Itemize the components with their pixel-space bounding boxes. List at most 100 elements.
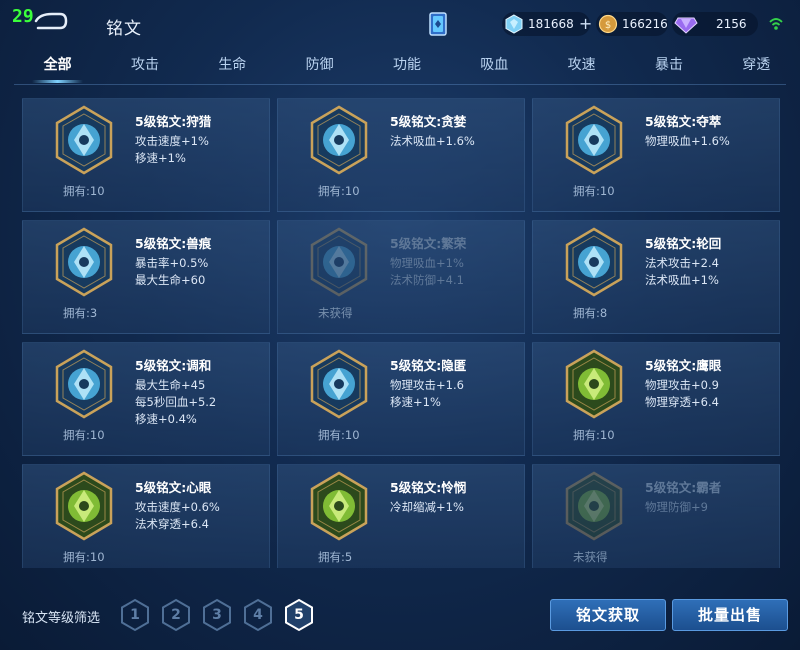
rune-stats: 物理攻击+1.6 移速+1%	[390, 377, 464, 411]
add-icon[interactable]: +	[579, 16, 592, 32]
bottom-bar: 铭文等级筛选 1 2 3 4 5 铭文获取 批量出售	[0, 588, 800, 650]
tab-penetration[interactable]: 穿透	[713, 50, 800, 86]
level-filter-4[interactable]: 4	[243, 598, 273, 632]
rune-owned-count: 拥有:10	[573, 428, 615, 442]
rune-card[interactable]: 5级铭文:贪婪 法术吸血+1.6% 拥有:10	[277, 98, 525, 212]
gem-icon	[674, 17, 698, 34]
rune-icon	[308, 227, 370, 297]
rune-name: 5级铭文:霸者	[645, 480, 722, 495]
rune-stat: 物理吸血+1%	[390, 256, 464, 270]
rune-icon	[53, 471, 115, 541]
mail-icon[interactable]	[428, 10, 450, 38]
rune-stat: 移速+0.4%	[135, 412, 197, 426]
level-filter-label: 1	[130, 607, 140, 623]
level-filter-1[interactable]: 1	[120, 598, 150, 632]
rune-stat: 法术防御+4.1	[390, 273, 464, 287]
rune-stat: 法术吸血+1.6%	[390, 134, 475, 148]
rune-icon	[563, 471, 625, 541]
rune-stat: 移速+1%	[135, 151, 186, 165]
rune-card[interactable]: 5级铭文:兽痕 暴击率+0.5% 最大生命+60 拥有:3	[22, 220, 270, 334]
level-filter-5[interactable]: 5	[284, 598, 314, 632]
top-bar: 29 铭文 181668 + $ 166216 2156	[0, 0, 800, 50]
rune-stats: 物理防御+9	[645, 499, 708, 516]
tab-attack-speed[interactable]: 攻速	[538, 50, 625, 86]
rune-grid: 5级铭文:狩猎 攻击速度+1% 移速+1% 拥有:10 5级铭文:贪婪 法术吸血+1.6…	[22, 98, 782, 568]
rune-stat: 攻击速度+1%	[135, 134, 209, 148]
rune-stat: 最大生命+45	[135, 378, 206, 392]
rune-name: 5级铭文:繁荣	[390, 236, 467, 251]
rune-card[interactable]: 5级铭文:隐匿 物理攻击+1.6 移速+1% 拥有:10	[277, 342, 525, 456]
acquire-rune-button[interactable]: 铭文获取	[550, 599, 666, 631]
batch-sell-button[interactable]: 批量出售	[672, 599, 788, 631]
rune-stats: 物理吸血+1.6%	[645, 133, 730, 150]
rune-stat: 暴击率+0.5%	[135, 256, 209, 270]
rune-name: 5级铭文:鹰眼	[645, 358, 722, 373]
level-filter-label: 3	[212, 607, 222, 623]
rune-icon	[563, 349, 625, 419]
rune-icon	[308, 471, 370, 541]
tab-attack[interactable]: 攻击	[101, 50, 188, 86]
rune-stats: 攻击速度+0.6% 法术穿透+6.4	[135, 499, 220, 533]
rune-card[interactable]: 5级铭文:怜悯 冷却缩减+1% 拥有:5	[277, 464, 525, 568]
rune-icon	[563, 227, 625, 297]
rune-name: 5级铭文:狩猎	[135, 114, 212, 129]
diamond-currency: 181668 +	[502, 12, 592, 36]
rune-icon	[53, 227, 115, 297]
rune-icon	[563, 105, 625, 175]
rune-owned-count: 拥有:10	[573, 184, 615, 198]
rune-card[interactable]: 5级铭文:心眼 攻击速度+0.6% 法术穿透+6.4 拥有:10	[22, 464, 270, 568]
rune-stat: 移速+1%	[390, 395, 441, 409]
rune-stat: 物理攻击+0.9	[645, 378, 719, 392]
tab-lifesteal[interactable]: 吸血	[451, 50, 538, 86]
level-filter-label: 5	[294, 607, 304, 623]
diamond-icon	[505, 14, 523, 34]
back-icon[interactable]	[30, 10, 70, 32]
level-filter-3[interactable]: 3	[202, 598, 232, 632]
rune-owned-count: 拥有:3	[63, 306, 98, 320]
diamond-amount: 181668	[528, 17, 574, 31]
page-title: 铭文	[106, 19, 142, 39]
rune-stats: 最大生命+45 每5秒回血+5.2 移速+0.4%	[135, 377, 216, 428]
rune-name: 5级铭文:调和	[135, 358, 212, 373]
gold-currency: $ 166216	[596, 12, 668, 36]
rune-stats: 攻击速度+1% 移速+1%	[135, 133, 209, 167]
level-filter-label: 铭文等级筛选	[22, 611, 101, 626]
rune-icon	[53, 105, 115, 175]
rune-name: 5级铭文:轮回	[645, 236, 722, 251]
gold-amount: 166216	[622, 17, 668, 31]
level-filter-2[interactable]: 2	[161, 598, 191, 632]
rune-card[interactable]: 5级铭文:夺萃 物理吸血+1.6% 拥有:10	[532, 98, 780, 212]
rune-card[interactable]: 5级铭文:狩猎 攻击速度+1% 移速+1% 拥有:10	[22, 98, 270, 212]
rune-stat: 物理防御+9	[645, 500, 708, 514]
rune-card[interactable]: 5级铭文:鹰眼物理攻击+0.9 物理穿透+6.4 拥有:10	[532, 342, 780, 456]
rune-card[interactable]: 5级铭文:霸者 物理防御+9 未获得	[532, 464, 780, 568]
tab-function[interactable]: 功能	[363, 50, 450, 86]
rune-owned-count: 拥有:10	[63, 428, 105, 442]
tab-health[interactable]: 生命	[189, 50, 276, 86]
gem-amount: 2156	[716, 17, 747, 31]
rune-card[interactable]: 5级铭文:轮回 法术攻击+2.4 法术吸血+1% 拥有:8	[532, 220, 780, 334]
rune-owned-count: 拥有:10	[63, 550, 105, 564]
rune-owned-count: 拥有:8	[573, 306, 608, 320]
rune-stat: 攻击速度+0.6%	[135, 500, 220, 514]
tab-all[interactable]: 全部	[14, 50, 101, 86]
rune-stat: 物理攻击+1.6	[390, 378, 464, 392]
rune-stats: 物理攻击+0.9 物理穿透+6.4	[645, 377, 719, 411]
rune-card[interactable]: 5级铭文:繁荣 物理吸血+1% 法术防御+4.1 未获得	[277, 220, 525, 334]
rune-owned-count: 拥有:10	[318, 428, 360, 442]
rune-stat: 法术吸血+1%	[645, 273, 719, 287]
rune-name: 5级铭文:兽痕	[135, 236, 212, 251]
tab-defense[interactable]: 防御	[276, 50, 363, 86]
rune-card[interactable]: 5级铭文:调和最大生命+45 每5秒回血+5.2 移速+0.4% 拥有:10	[22, 342, 270, 456]
tab-crit[interactable]: 暴击	[625, 50, 712, 86]
rune-stat: 最大生命+60	[135, 273, 206, 287]
rune-name: 5级铭文:夺萃	[645, 114, 722, 129]
rune-icon	[308, 349, 370, 419]
category-tabs: 全部 攻击 生命 防御 功能 吸血 攻速 暴击 穿透	[14, 50, 800, 86]
rune-owned-count: 未获得	[318, 306, 353, 320]
rune-name: 5级铭文:贪婪	[390, 114, 467, 129]
rune-owned-count: 未获得	[573, 550, 608, 564]
rune-stat: 法术攻击+2.4	[645, 256, 719, 270]
gold-coin-icon: $	[598, 14, 618, 34]
level-filter-label: 2	[171, 607, 181, 623]
